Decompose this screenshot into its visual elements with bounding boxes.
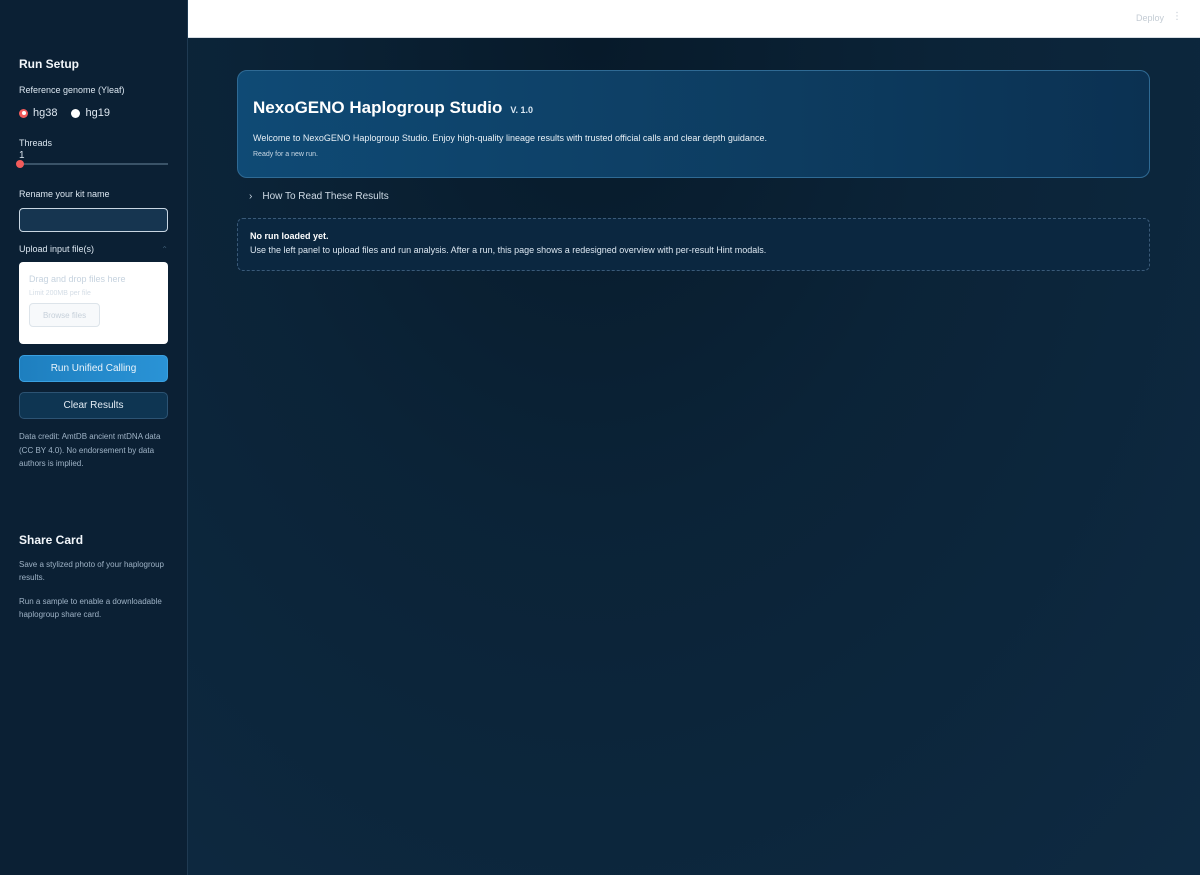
- upload-header: Upload input file(s) ⌃: [19, 244, 168, 254]
- file-dropzone[interactable]: Drag and drop files here Limit 200MB per…: [19, 262, 168, 344]
- welcome-text: Welcome to NexoGENO Haplogroup Studio. E…: [253, 133, 767, 143]
- page-title: NexoGENO Haplogroup Studio: [253, 98, 503, 117]
- hero-title-row: NexoGENO Haplogroup Studio V. 1.0: [253, 98, 1134, 118]
- notice-body: Use the left panel to upload files and r…: [250, 245, 767, 255]
- radio-hg38[interactable]: hg38: [19, 107, 57, 119]
- sidebar: Run Setup Reference genome (Yleaf) hg38 …: [0, 0, 188, 875]
- radio-selected-icon: [19, 108, 28, 118]
- hero-card: NexoGENO Haplogroup Studio V. 1.0 Welcom…: [237, 70, 1150, 178]
- main-menu-icon[interactable]: ⋮: [1172, 11, 1182, 22]
- threads-label: Threads: [19, 138, 53, 148]
- threads-slider-thumb[interactable]: [16, 160, 24, 168]
- reference-genome-label: Reference genome (Yleaf): [19, 85, 125, 95]
- notice-title: No run loaded yet.: [250, 231, 329, 241]
- threads-slider[interactable]: [16, 160, 168, 168]
- status-text: Ready for a new run.: [253, 151, 318, 158]
- top-header-bar: Deploy ⋮: [188, 0, 1200, 38]
- kit-name-input[interactable]: [19, 208, 168, 232]
- browse-files-button[interactable]: Browse files: [29, 303, 100, 327]
- main-content: NexoGENO Haplogroup Studio V. 1.0 Welcom…: [188, 38, 1200, 875]
- how-to-read-expander[interactable]: › How To Read These Results: [249, 191, 389, 202]
- version-badge: V. 1.0: [510, 105, 534, 115]
- run-unified-calling-button[interactable]: Run Unified Calling: [19, 355, 168, 382]
- deploy-button[interactable]: Deploy: [1136, 13, 1164, 23]
- share-card-hint: Run a sample to enable a downloadable ha…: [19, 596, 162, 620]
- data-credit-text: Data credit: AmtDB ancient mtDNA data (C…: [19, 432, 161, 468]
- radio-hg19-label: hg19: [85, 107, 110, 119]
- share-card-description: Save a stylized photo of your haplogroup…: [19, 559, 164, 583]
- share-card-heading: Share Card: [19, 532, 84, 547]
- upload-label: Upload input file(s): [19, 244, 95, 254]
- expander-label: How To Read These Results: [262, 191, 389, 202]
- dropzone-title: Drag and drop files here: [29, 274, 126, 284]
- help-icon[interactable]: ⌃: [161, 245, 168, 254]
- radio-hg38-label: hg38: [33, 107, 58, 119]
- reference-genome-radio-group: hg38 hg19: [19, 107, 168, 119]
- no-run-notice: No run loaded yet. Use the left panel to…: [237, 218, 1150, 271]
- radio-unselected-icon: [71, 108, 81, 118]
- clear-results-button[interactable]: Clear Results: [19, 392, 168, 419]
- run-setup-heading: Run Setup: [19, 57, 79, 71]
- dropzone-limit: Limit 200MB per file: [29, 290, 91, 297]
- kit-name-label: Rename your kit name: [19, 189, 110, 199]
- chevron-right-icon: ›: [249, 191, 253, 202]
- threads-value: 1: [19, 150, 25, 161]
- radio-hg19[interactable]: hg19: [71, 107, 110, 119]
